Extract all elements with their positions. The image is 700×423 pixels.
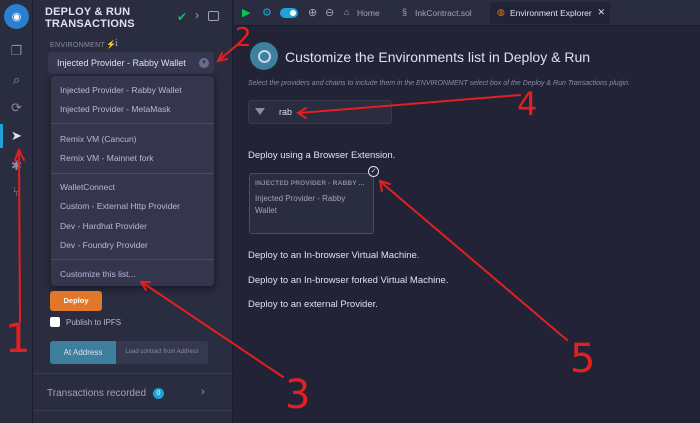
chevron-right-icon[interactable]: ›: [201, 386, 205, 398]
deploy-run-icon[interactable]: ➤: [0, 125, 33, 147]
section-forked-vm: Deploy to an In-browser forked Virtual M…: [248, 275, 449, 286]
provider-card-header: INJECTED PROVIDER - RABBY ...: [255, 180, 365, 187]
environment-icon: ◍: [497, 7, 505, 17]
home-icon: ⌂: [344, 7, 350, 17]
transactions-recorded-row[interactable]: Transactions recorded 0 ›: [33, 373, 233, 411]
tab-inkcontract-label: InkContract.sol: [415, 8, 472, 18]
dropdown-item-remix-vm-mainnet-fork[interactable]: Remix VM - Mainnet fork: [60, 153, 154, 163]
debugger-icon[interactable]: ✱: [0, 155, 33, 177]
transactions-count-badge: 0: [153, 388, 164, 399]
editor-tabbar: ▶ ⚙ ⊕ ⊖ ⌂ Home § InkContract.sol ◍ Envir…: [234, 0, 700, 26]
check-icon: ✔: [177, 10, 188, 24]
tab-inkcontract[interactable]: § InkContract.sol: [395, 2, 487, 24]
panel-title: DEPLOY & RUN TRANSACTIONS: [45, 6, 135, 30]
chevron-right-icon[interactable]: ›: [195, 8, 199, 22]
icon-bar: ◉ ❐ ⌕ ⟳ ➤ ✱ ⑂: [0, 0, 33, 423]
page-subtitle: Select the providers and chains to inclu…: [248, 80, 630, 87]
environment-dropdown: Injected Provider - Rabby Wallet Injecte…: [51, 76, 214, 286]
section-in-browser-vm: Deploy to an In-browser Virtual Machine.: [248, 250, 420, 261]
run-script-icon[interactable]: ▶: [242, 6, 250, 19]
dropdown-divider: [51, 173, 214, 174]
transactions-recorded-label: Transactions recorded: [47, 388, 147, 399]
dropdown-item-remix-vm-cancun[interactable]: Remix VM (Cancun): [60, 134, 137, 144]
filter-box: [248, 100, 392, 124]
check-circle-icon[interactable]: ✓: [368, 166, 379, 177]
file-icon: §: [402, 7, 408, 17]
deploy-button[interactable]: Deploy: [50, 291, 102, 311]
publish-ipfs-label: Publish to IPFS: [66, 318, 122, 327]
dropdown-divider: [51, 123, 214, 124]
deploy-run-panel: DEPLOY & RUN TRANSACTIONS ✔ › ENVIRONMEN…: [33, 0, 233, 423]
publish-ipfs-checkbox[interactable]: [50, 317, 60, 327]
section-browser-extension: Deploy using a Browser Extension.: [248, 150, 396, 161]
dropdown-divider: [51, 259, 214, 260]
tab-environment-explorer-label: Environment Explorer: [510, 8, 592, 18]
dropdown-item-metamask[interactable]: Injected Provider - MetaMask: [60, 104, 171, 114]
chevron-down-icon: ▼: [199, 58, 209, 68]
environment-select-value: Injected Provider - Rabby Wallet: [57, 58, 186, 68]
remix-logo-icon[interactable]: ◉: [4, 4, 29, 29]
zoom-out-icon[interactable]: ⊖: [325, 6, 334, 19]
filter-input[interactable]: [271, 101, 391, 123]
dropdown-item-walletconnect[interactable]: WalletConnect: [60, 182, 115, 192]
provider-card-rabby[interactable]: INJECTED PROVIDER - RABBY ... Injected P…: [249, 173, 374, 234]
dropdown-item-foundry[interactable]: Dev - Foundry Provider: [60, 240, 148, 250]
dropdown-item-hardhat[interactable]: Dev - Hardhat Provider: [60, 221, 147, 231]
tab-home-label: Home: [357, 8, 380, 18]
at-address-button[interactable]: At Address: [50, 341, 116, 364]
search-icon[interactable]: ⌕: [0, 69, 33, 91]
page-title: Customize the Environments list in Deplo…: [285, 49, 591, 65]
load-contract-input[interactable]: Load contract from Address: [116, 341, 208, 364]
tab-environment-explorer[interactable]: ◍ Environment Explorer ✕: [490, 2, 610, 24]
ai-assistant-icon[interactable]: ⚙: [262, 6, 272, 19]
search-icon: [250, 42, 278, 70]
environment-label: ENVIRONMENT: [50, 42, 106, 49]
section-external-provider: Deploy to an external Provider.: [248, 299, 378, 310]
solidity-compiler-icon[interactable]: ⟳: [0, 97, 33, 119]
filter-icon: [255, 108, 265, 115]
autocomplete-toggle[interactable]: [280, 8, 298, 18]
zoom-in-icon[interactable]: ⊕: [308, 6, 317, 19]
dropdown-item-customize[interactable]: Customize this list...: [60, 269, 136, 279]
close-icon[interactable]: ✕: [597, 7, 605, 18]
dropdown-item-rabby[interactable]: Injected Provider - Rabby Wallet: [60, 85, 182, 95]
environment-select[interactable]: Injected Provider - Rabby Wallet ▼: [48, 52, 214, 74]
provider-card-body: Injected Provider - Rabby Wallet: [255, 194, 346, 215]
dropdown-item-custom-http[interactable]: Custom - External Http Provider: [60, 201, 180, 211]
tab-home[interactable]: ⌂ Home: [337, 2, 393, 24]
info-icon[interactable]: i: [115, 39, 118, 49]
dock-panel-icon[interactable]: [208, 11, 219, 21]
environment-explorer: Customize the Environments list in Deplo…: [234, 27, 700, 423]
file-explorer-icon[interactable]: ❐: [0, 40, 33, 62]
git-icon[interactable]: ⑂: [0, 180, 33, 202]
